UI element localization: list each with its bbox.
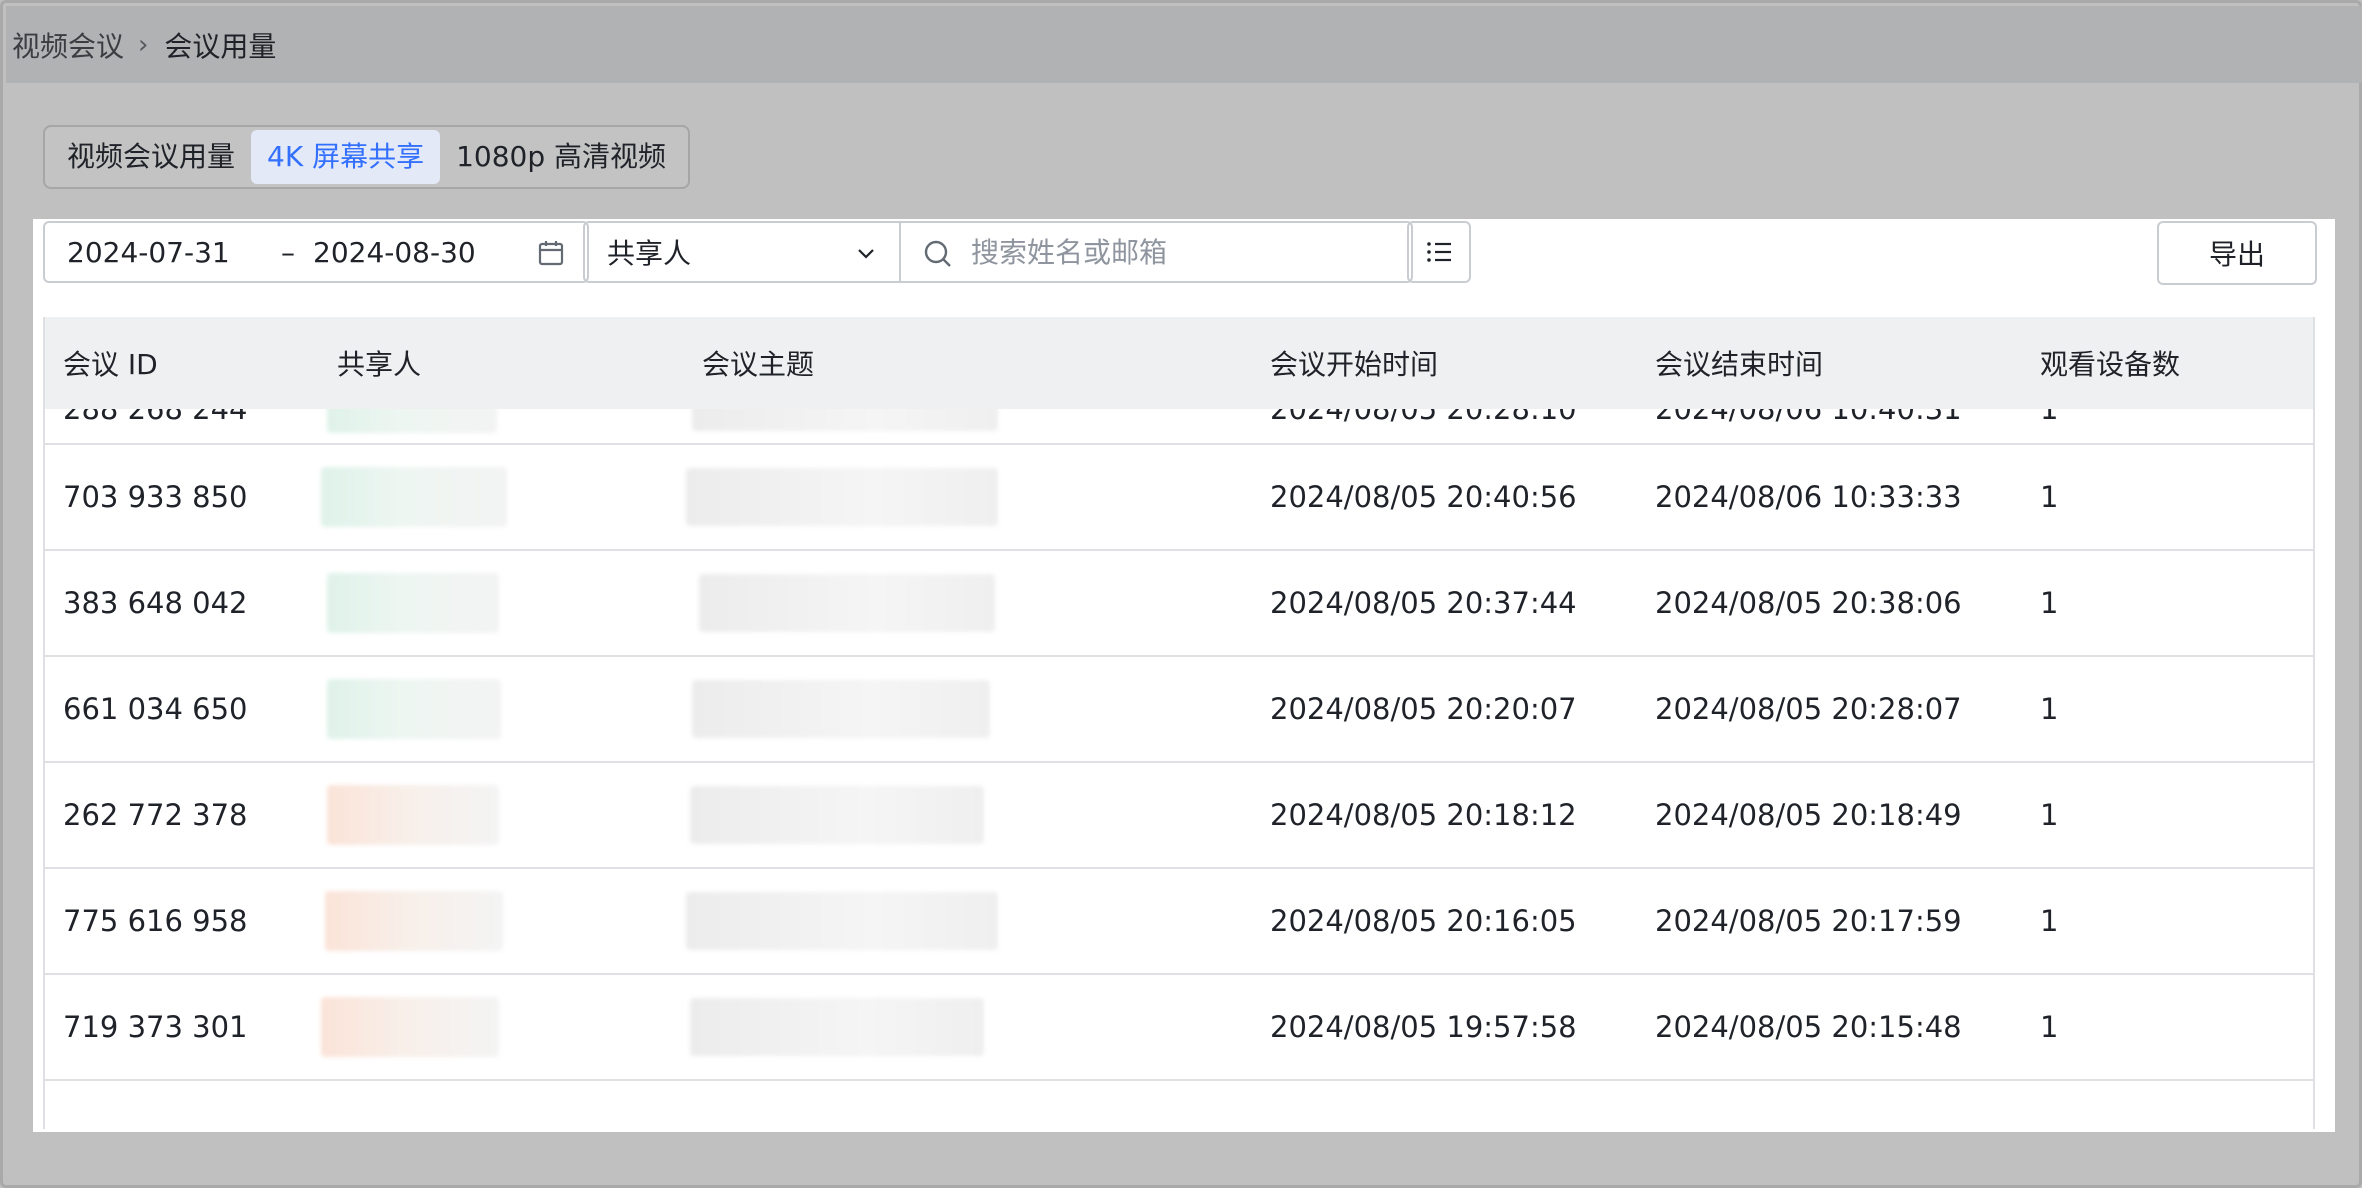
- search-icon: [924, 240, 951, 267]
- breadcrumb: 视频会议 › 会议用量: [6, 6, 2362, 83]
- meeting-topic-redacted: [692, 680, 990, 738]
- date-start[interactable]: 2024-07-31: [67, 236, 230, 269]
- device-count-cell: 1: [2040, 586, 2059, 620]
- sharer-name-redacted: [321, 467, 507, 527]
- content-panel: 2024-07-31 – 2024-08-30 共享人 搜索姓名或邮箱 导出 会…: [33, 219, 2335, 1132]
- meeting-id-cell: 383 648 042: [63, 586, 248, 620]
- share-usage-table: 会议 ID 共享人 会议主题 会议开始时间 会议结束时间 观看设备数 288 2…: [43, 317, 2315, 1129]
- header-meeting-id: 会议 ID: [63, 348, 158, 381]
- meeting-id-cell: 661 034 650: [63, 692, 248, 726]
- table-row[interactable]: 383 648 042 2024/08/05 20:37:44 2024/08/05…: [45, 551, 2313, 657]
- end-time-cell: 2024/08/05 20:38:06: [1655, 586, 1962, 620]
- sharer-name-redacted: [321, 997, 499, 1057]
- select-value: 共享人: [607, 237, 692, 270]
- chevron-right-icon: ›: [138, 29, 149, 60]
- end-time-cell: 2024/08/05 20:28:07: [1655, 692, 1962, 726]
- meeting-id-cell: 703 933 850: [63, 480, 248, 514]
- breadcrumb-current: 会议用量: [164, 29, 277, 63]
- search-box: [901, 223, 1411, 281]
- date-range-picker[interactable]: 2024-07-31 – 2024-08-30: [43, 221, 589, 283]
- device-count-cell: 1: [2040, 692, 2059, 726]
- table-header: 会议 ID 共享人 会议主题 会议开始时间 会议结束时间 观看设备数: [45, 317, 2313, 409]
- date-separator: –: [281, 235, 295, 269]
- start-time-cell: 2024/08/05 20:16:05: [1270, 904, 1577, 938]
- device-count-cell: 1: [2040, 798, 2059, 832]
- sharer-name-redacted: [325, 891, 503, 951]
- device-count-cell: 1: [2040, 1010, 2059, 1044]
- meeting-id-cell: 262 772 378: [63, 798, 248, 832]
- sharer-name-redacted: [327, 679, 501, 739]
- table-body: 288 268 244 2024/08/05 20:28:10 2024/08/06…: [45, 387, 2313, 1081]
- date-end[interactable]: 2024-08-30: [313, 236, 476, 269]
- search-input[interactable]: [971, 235, 1411, 269]
- meeting-topic-redacted: [686, 892, 998, 950]
- tab-video-meeting-usage[interactable]: 视频会议用量: [51, 130, 251, 184]
- device-count-cell: 1: [2040, 904, 2059, 938]
- export-button[interactable]: 导出: [2157, 221, 2317, 285]
- start-time-cell: 2024/08/05 20:37:44: [1270, 586, 1577, 620]
- usage-tabs: 视频会议用量 4K 屏幕共享 1080p 高清视频: [43, 125, 691, 189]
- start-time-cell: 2024/08/05 19:57:58: [1270, 1010, 1577, 1044]
- meeting-topic-redacted: [699, 574, 995, 632]
- breadcrumb-parent[interactable]: 视频会议: [12, 25, 124, 65]
- filter-field-select[interactable]: 共享人: [585, 223, 901, 281]
- end-time-cell: 2024/08/05 20:15:48: [1655, 1010, 1962, 1044]
- meeting-id-cell: 775 616 958: [63, 904, 248, 938]
- start-time-cell: 2024/08/05 20:40:56: [1270, 480, 1577, 514]
- start-time-cell: 2024/08/05 20:18:12: [1270, 798, 1577, 832]
- header-device-count: 观看设备数: [2040, 348, 2181, 381]
- tab-4k-screen-share[interactable]: 4K 屏幕共享: [251, 130, 441, 184]
- column-settings-button[interactable]: [1407, 221, 1471, 283]
- search-filter-group: 共享人: [583, 221, 1413, 283]
- table-row[interactable]: 703 933 850 2024/08/05 20:40:56 2024/08/06…: [45, 445, 2313, 551]
- table-row[interactable]: 661 034 650 2024/08/05 20:20:07 2024/08/05…: [45, 657, 2313, 763]
- calendar-icon[interactable]: [537, 239, 565, 267]
- header-topic: 会议主题: [702, 348, 815, 381]
- meeting-topic-redacted: [690, 786, 984, 844]
- meeting-topic-redacted: [686, 468, 998, 526]
- sharer-name-redacted: [327, 573, 499, 633]
- end-time-cell: 2024/08/05 20:17:59: [1655, 904, 1962, 938]
- meeting-id-cell: 719 373 301: [63, 1010, 248, 1044]
- end-time-cell: 2024/08/06 10:33:33: [1655, 480, 1962, 514]
- chevron-down-icon: [858, 249, 874, 259]
- sharer-name-redacted: [327, 785, 499, 845]
- meeting-topic-redacted: [690, 998, 984, 1056]
- header-end-time: 会议结束时间: [1655, 348, 1824, 381]
- tab-1080p-hd-video[interactable]: 1080p 高清视频: [440, 130, 682, 184]
- table-row[interactable]: 262 772 378 2024/08/05 20:18:12 2024/08/05…: [45, 763, 2313, 869]
- device-count-cell: 1: [2040, 480, 2059, 514]
- app-window: 视频会议 › 会议用量 视频会议用量 4K 屏幕共享 1080p 高清视频 20…: [0, 0, 2362, 1188]
- start-time-cell: 2024/08/05 20:20:07: [1270, 692, 1577, 726]
- header-sharer: 共享人: [337, 348, 422, 381]
- table-row[interactable]: 719 373 301 2024/08/05 19:57:58 2024/08/05…: [45, 975, 2313, 1081]
- column-list-icon: [1427, 242, 1451, 262]
- table-row[interactable]: 775 616 958 2024/08/05 20:16:05 2024/08/05…: [45, 869, 2313, 975]
- header-start-time: 会议开始时间: [1270, 348, 1439, 381]
- end-time-cell: 2024/08/05 20:18:49: [1655, 798, 1962, 832]
